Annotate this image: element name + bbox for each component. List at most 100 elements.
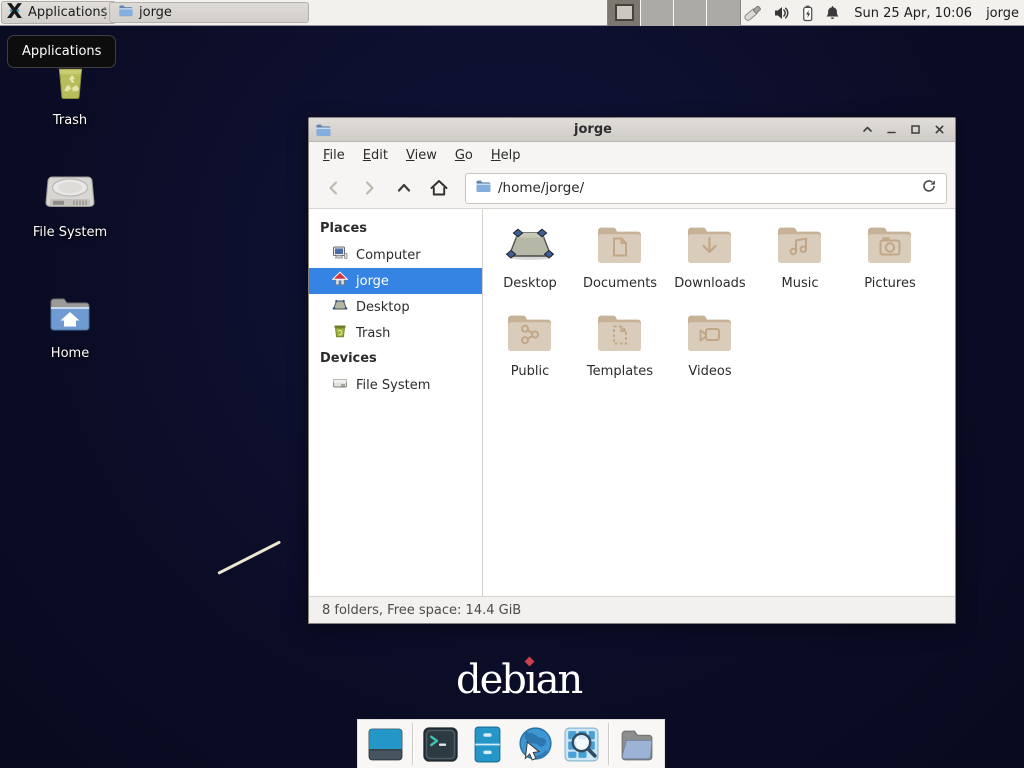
folder-item-templates[interactable]: Templates — [575, 313, 665, 379]
debian-wordmark: debıan — [456, 660, 581, 700]
back-button[interactable] — [316, 173, 351, 204]
input-device-icon[interactable] — [742, 2, 764, 24]
sidebar: Places Computer jorge — [309, 209, 483, 596]
sidebar-item-trash[interactable]: Trash — [309, 320, 482, 346]
menu-view[interactable]: View — [397, 144, 446, 167]
desktop: Applications jorge — [0, 0, 1024, 768]
desktop-icon-home[interactable]: Home — [20, 293, 120, 361]
desktop-icon-label: Trash — [53, 113, 87, 128]
sidebar-item-desktop[interactable]: Desktop — [309, 294, 482, 320]
folder-icon — [118, 3, 133, 22]
workspace-3[interactable] — [674, 0, 707, 26]
volume-icon[interactable] — [773, 4, 791, 22]
sidebar-item-label: Trash — [356, 326, 390, 341]
desktop-icon-file-system[interactable]: File System — [20, 170, 120, 240]
shade-button[interactable] — [855, 119, 879, 141]
sidebar-item-jorge[interactable]: jorge — [309, 268, 482, 294]
panel-right-area: Sun 25 Apr, 10:06 jorge — [742, 0, 1024, 26]
wordmark-part: deb — [456, 657, 525, 703]
window-titlebar[interactable]: jorge — [309, 118, 955, 142]
window-body: Places Computer jorge — [309, 209, 955, 596]
taskbar-window-label: jorge — [139, 5, 172, 20]
documents-folder-icon — [596, 225, 644, 269]
show-desktop-icon[interactable] — [365, 724, 406, 765]
close-button[interactable] — [927, 119, 951, 141]
minimize-button[interactable] — [879, 119, 903, 141]
folder-item-label: Templates — [587, 364, 653, 379]
music-folder-icon — [776, 225, 824, 269]
maximize-button[interactable] — [903, 119, 927, 141]
applications-menu-button[interactable]: Applications — [1, 1, 116, 24]
file-cabinet-icon[interactable] — [467, 724, 508, 765]
workspace-window-miniature — [615, 4, 634, 21]
file-manager-window: jorge File Edit View Go Help — [308, 117, 956, 624]
sidebar-item-computer[interactable]: Computer — [309, 242, 482, 268]
statusbar: 8 folders, Free space: 14.4 GiB — [309, 596, 955, 623]
home-button[interactable] — [421, 173, 456, 204]
menu-go[interactable]: Go — [446, 144, 482, 167]
forward-button[interactable] — [351, 173, 386, 204]
folder-item-label: Downloads — [674, 276, 745, 291]
folder-item-public[interactable]: Public — [485, 313, 575, 379]
menubar: File Edit View Go Help — [309, 142, 955, 168]
window-folder-icon — [315, 122, 331, 138]
trash-icon — [332, 323, 348, 343]
dock-separator — [412, 723, 414, 765]
folder-item-music[interactable]: Music — [755, 225, 845, 291]
desktop-icon-label: File System — [33, 225, 107, 240]
workspace-4[interactable] — [707, 0, 740, 26]
battery-charging-icon[interactable] — [800, 4, 815, 23]
workspace-switcher — [607, 0, 741, 26]
folder-item-label: Videos — [688, 364, 731, 379]
web-browser-icon[interactable] — [514, 724, 555, 765]
sidebar-item-file-system[interactable]: File System — [309, 372, 482, 398]
folder-item-label: Pictures — [864, 276, 915, 291]
applications-menu-label: Applications — [28, 5, 107, 20]
location-bar[interactable] — [465, 173, 947, 204]
up-button[interactable] — [386, 173, 421, 204]
folder-item-desktop[interactable]: Desktop — [485, 225, 575, 291]
sidebar-item-label: File System — [356, 378, 430, 393]
notifications-bell-icon[interactable] — [824, 5, 841, 22]
workspace-1[interactable] — [608, 0, 641, 26]
application-finder-icon[interactable] — [561, 724, 602, 765]
filesystem-drive-icon — [44, 170, 96, 220]
menu-edit[interactable]: Edit — [354, 144, 397, 167]
folder-item-label: Music — [782, 276, 819, 291]
folder-icon — [475, 178, 491, 198]
statusbar-text: 8 folders, Free space: 14.4 GiB — [322, 603, 521, 618]
reload-icon[interactable] — [921, 178, 937, 198]
folder-view: Desktop Documents Downloads — [483, 209, 955, 596]
public-folder-icon — [506, 313, 554, 357]
bottom-dock — [357, 719, 665, 768]
menu-help[interactable]: Help — [482, 144, 530, 167]
downloads-folder-icon — [686, 225, 734, 269]
location-input[interactable] — [498, 180, 914, 196]
home-folder-icon — [46, 293, 94, 341]
folder-item-documents[interactable]: Documents — [575, 225, 665, 291]
wordmark-part: an — [536, 657, 582, 703]
desktop-icon-label: Home — [51, 346, 89, 361]
pictures-folder-icon — [866, 225, 914, 269]
xfce-applications-icon — [6, 2, 23, 23]
file-manager-icon[interactable] — [616, 724, 657, 765]
workspace-2[interactable] — [641, 0, 674, 26]
folder-item-videos[interactable]: Videos — [665, 313, 755, 379]
panel-clock[interactable]: Sun 25 Apr, 10:06 — [854, 6, 972, 21]
panel-separator-handle[interactable] — [101, 5, 108, 21]
desktop-icon — [332, 297, 348, 317]
toolbar — [309, 168, 955, 209]
menu-file[interactable]: File — [314, 144, 354, 167]
top-panel: Applications jorge — [0, 0, 1024, 26]
folder-item-pictures[interactable]: Pictures — [845, 225, 935, 291]
folder-item-downloads[interactable]: Downloads — [665, 225, 755, 291]
wallpaper-stray-line — [217, 540, 281, 574]
folder-item-label: Documents — [583, 276, 657, 291]
dock-separator — [608, 723, 610, 765]
terminal-emulator-icon[interactable] — [420, 724, 461, 765]
applications-tooltip: Applications — [7, 35, 116, 68]
wordmark-i-with-diamond: ı — [525, 660, 536, 700]
folder-item-label: Public — [511, 364, 549, 379]
templates-folder-icon — [596, 313, 644, 357]
taskbar-window-button[interactable]: jorge — [109, 2, 309, 23]
